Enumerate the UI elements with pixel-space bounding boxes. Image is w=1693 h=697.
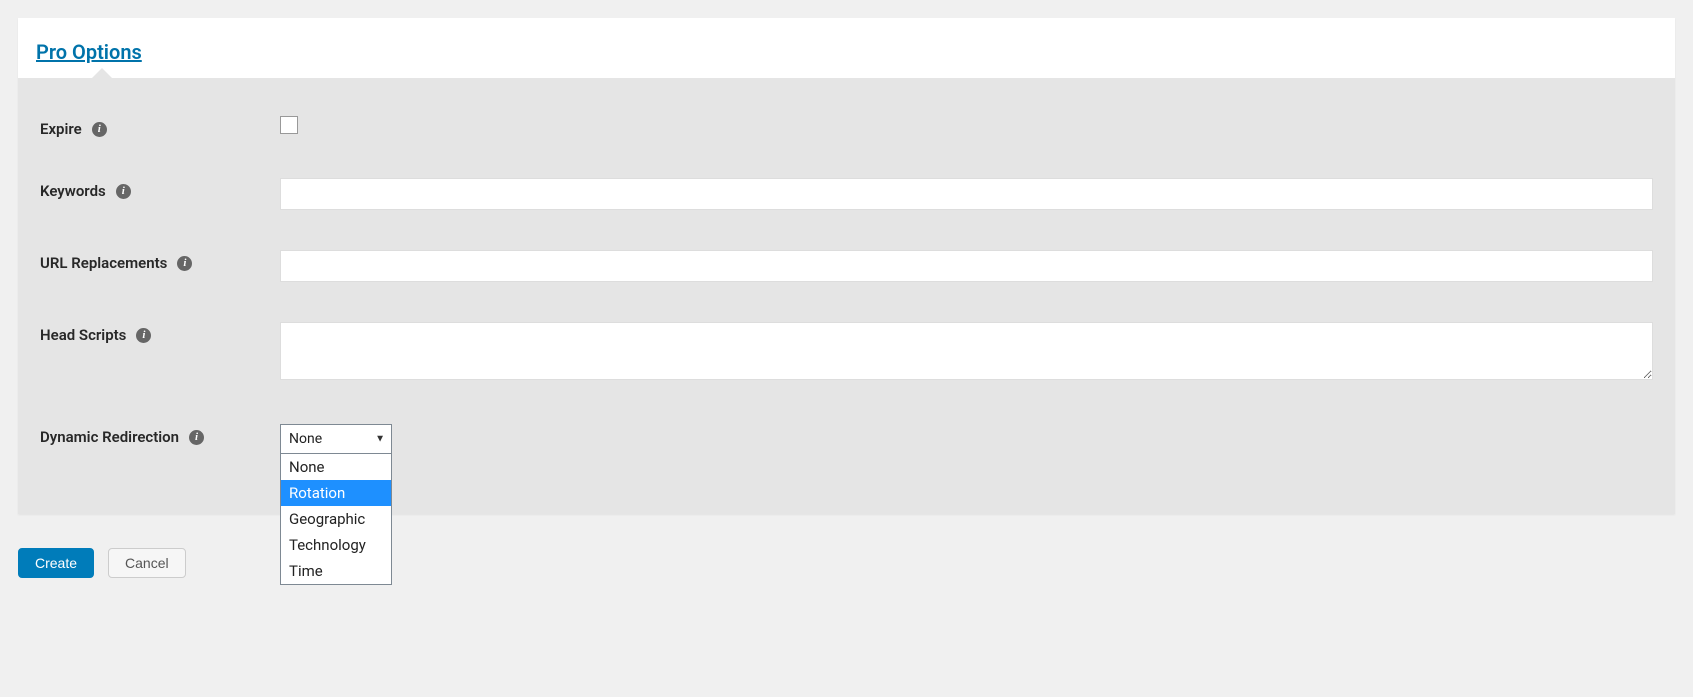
dynamic-redirection-label: Dynamic Redirection i bbox=[40, 424, 280, 446]
pro-options-panel: Pro Options Expire i Keywords i URL Repl… bbox=[18, 18, 1675, 514]
select-option[interactable]: Time bbox=[281, 558, 391, 584]
select-listbox: NoneRotationGeographicTechnologyTime bbox=[280, 454, 392, 585]
field-row-keywords: Keywords i bbox=[40, 178, 1653, 210]
select-option[interactable]: Geographic bbox=[281, 506, 391, 532]
panel-body: Expire i Keywords i URL Replacements i bbox=[18, 78, 1675, 514]
url-replacements-control bbox=[280, 250, 1653, 282]
select-option[interactable]: Technology bbox=[281, 532, 391, 558]
keywords-control bbox=[280, 178, 1653, 210]
field-row-head-scripts: Head Scripts i bbox=[40, 322, 1653, 384]
select-display[interactable]: None ▼ bbox=[280, 424, 392, 454]
info-icon[interactable]: i bbox=[177, 256, 192, 271]
dynamic-redirection-control: None ▼ NoneRotationGeographicTechnologyT… bbox=[280, 424, 1653, 454]
expire-label-text: Expire bbox=[40, 120, 82, 138]
field-row-url-replacements: URL Replacements i bbox=[40, 250, 1653, 282]
url-replacements-label-text: URL Replacements bbox=[40, 254, 167, 272]
head-scripts-label-text: Head Scripts bbox=[40, 326, 126, 344]
info-icon[interactable]: i bbox=[136, 328, 151, 343]
select-option[interactable]: None bbox=[281, 454, 391, 480]
keywords-label: Keywords i bbox=[40, 178, 280, 200]
field-row-expire: Expire i bbox=[40, 116, 1653, 138]
info-icon[interactable]: i bbox=[189, 430, 204, 445]
expire-checkbox[interactable] bbox=[280, 116, 298, 134]
expire-label: Expire i bbox=[40, 116, 280, 138]
expire-control bbox=[280, 116, 1653, 138]
head-scripts-textarea[interactable] bbox=[280, 322, 1653, 380]
pro-options-tab[interactable]: Pro Options bbox=[36, 40, 142, 64]
url-replacements-label: URL Replacements i bbox=[40, 250, 280, 272]
keywords-input[interactable] bbox=[280, 178, 1653, 210]
head-scripts-label: Head Scripts i bbox=[40, 322, 280, 344]
select-option[interactable]: Rotation bbox=[281, 480, 391, 506]
info-icon[interactable]: i bbox=[116, 184, 131, 199]
dynamic-redirection-label-text: Dynamic Redirection bbox=[40, 428, 179, 446]
field-row-dynamic-redirection: Dynamic Redirection i None ▼ NoneRotatio… bbox=[40, 424, 1653, 454]
head-scripts-control bbox=[280, 322, 1653, 384]
create-button[interactable]: Create bbox=[18, 548, 94, 578]
keywords-label-text: Keywords bbox=[40, 182, 106, 200]
cancel-button[interactable]: Cancel bbox=[108, 548, 186, 578]
panel-header: Pro Options bbox=[18, 18, 1675, 78]
select-selected-value: None bbox=[289, 431, 322, 447]
url-replacements-input[interactable] bbox=[280, 250, 1653, 282]
chevron-down-icon: ▼ bbox=[375, 434, 385, 445]
button-row: Create Cancel bbox=[18, 548, 1675, 578]
info-icon[interactable]: i bbox=[92, 122, 107, 137]
dynamic-redirection-select[interactable]: None ▼ NoneRotationGeographicTechnologyT… bbox=[280, 424, 392, 454]
